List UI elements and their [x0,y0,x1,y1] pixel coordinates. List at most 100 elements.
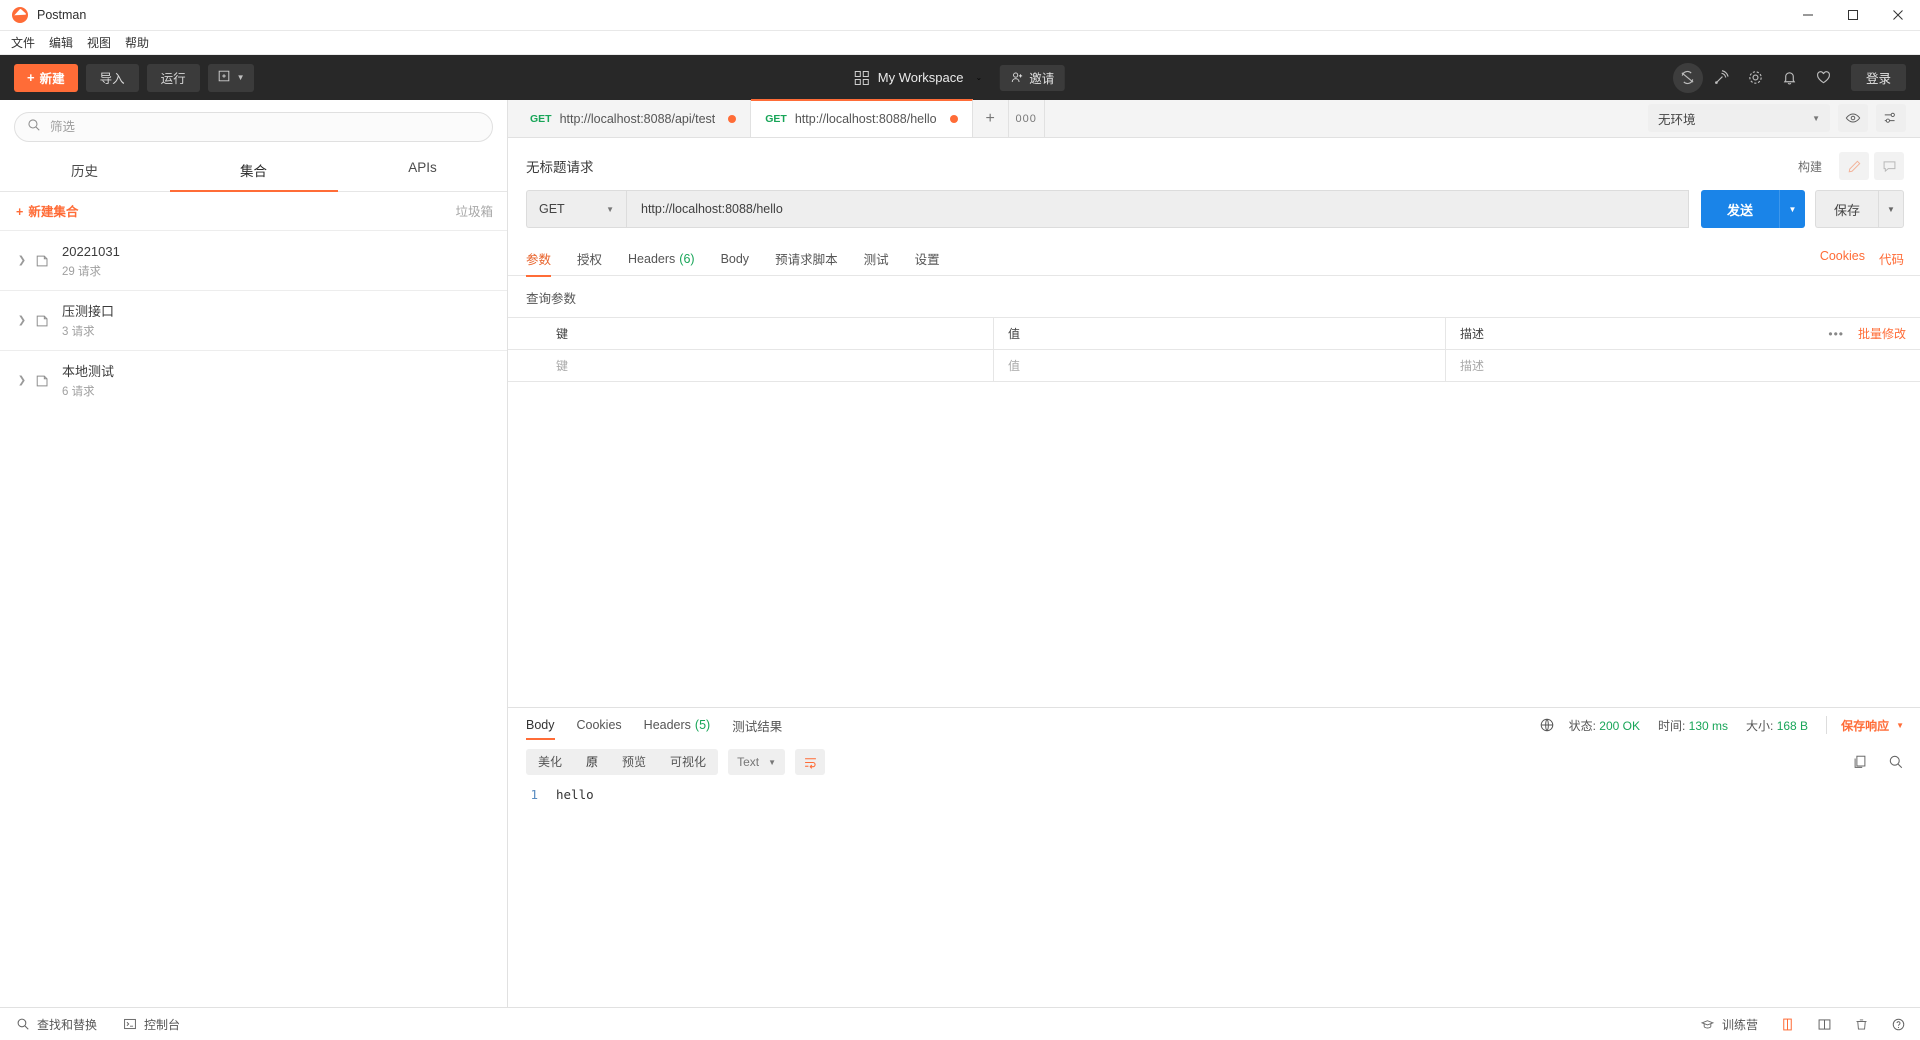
login-button[interactable]: 登录 [1851,64,1906,91]
collection-name: 压测接口 [62,303,114,320]
code-link[interactable]: 代码 [1879,249,1904,268]
tab-params[interactable]: 参数 [526,242,551,276]
tab-pre-request-script[interactable]: 预请求脚本 [775,242,838,276]
tab-label: Cookies [577,718,622,732]
globe-icon[interactable] [1539,717,1555,733]
workspace-selector[interactable]: My Workspace ⌄ 邀请 [855,65,1065,91]
trash-icon[interactable] [1854,1017,1869,1032]
format-preview-button[interactable]: 预览 [610,749,658,775]
import-button[interactable]: 导入 [86,64,139,92]
response-tab-cookies[interactable]: Cookies [577,708,622,742]
copy-icon[interactable] [1852,754,1868,770]
sidebar-tab-history[interactable]: 历史 [0,150,169,191]
find-and-replace-label: 查找和替换 [37,1016,97,1033]
tab-headers[interactable]: Headers (6) [628,242,695,276]
menu-item-edit[interactable]: 编辑 [49,34,73,51]
send-options-button[interactable]: ▼ [1779,190,1805,228]
request-tab-api-test[interactable]: GET http://localhost:8088/api/test [516,100,751,137]
environment-selector[interactable]: 无环境 ▼ [1648,104,1830,132]
new-button[interactable]: + 新建 [14,64,78,92]
word-wrap-icon[interactable] [795,749,825,775]
response-tab-body[interactable]: Body [526,708,555,742]
method-selector[interactable]: GET ▼ [526,190,626,228]
format-visualize-button[interactable]: 可视化 [658,749,718,775]
column-header-value: 值 [994,318,1446,349]
search-icon[interactable] [1888,754,1904,770]
chevron-right-icon[interactable]: ❯ [14,375,30,386]
invite-button[interactable]: 邀请 [1000,65,1065,91]
trash-link[interactable]: 垃圾箱 [455,201,493,220]
chevron-down-icon: ▼ [1812,114,1820,123]
console-button[interactable]: 控制台 [123,1016,180,1033]
response-meta: 状态: 200 OK 时间: 130 ms 大小: 168 B 保存响应 ▼ [1539,716,1904,734]
cell-value[interactable]: 值 [994,350,1446,381]
menu-item-help[interactable]: 帮助 [125,34,149,51]
tab-options-button[interactable]: 000 [1009,100,1045,137]
collection-item-20221031[interactable]: ❯ 20221031 29 请求 [0,230,507,290]
table-more-icon[interactable]: ••• [1828,327,1844,341]
tab-settings[interactable]: 设置 [915,242,940,276]
response-type-selector[interactable]: Text ▼ [728,749,785,775]
tab-authorization[interactable]: 授权 [577,242,602,276]
broadcast-icon[interactable] [1707,63,1737,93]
bell-icon[interactable] [1775,63,1805,93]
split-pane-layout-icon[interactable] [1817,1017,1832,1032]
format-pretty-button[interactable]: 美化 [526,749,574,775]
eye-icon[interactable] [1838,104,1868,132]
new-collection-button[interactable]: +新建集合 [16,201,78,220]
save-button[interactable]: 保存 [1815,190,1878,228]
request-tab-hello[interactable]: GET http://localhost:8088/hello [751,99,972,137]
minimize-icon[interactable] [1785,0,1830,31]
tab-label: Body [526,718,555,732]
close-icon[interactable] [1875,0,1920,31]
menu-item-view[interactable]: 视图 [87,34,111,51]
help-icon[interactable] [1891,1017,1906,1032]
comment-icon[interactable] [1874,152,1904,180]
tab-tests[interactable]: 测试 [864,242,889,276]
pencil-icon[interactable] [1839,152,1869,180]
search-input[interactable] [50,120,480,134]
gear-icon[interactable] [1741,63,1771,93]
sidebar-tab-collections[interactable]: 集合 [169,150,338,191]
url-input-wrapper[interactable] [626,190,1689,228]
add-tab-button[interactable]: + [973,100,1009,137]
send-button[interactable]: 发送 [1701,190,1779,228]
chevron-down-icon: ▼ [768,758,776,767]
menu-item-file[interactable]: 文件 [11,34,35,51]
sidebar-tab-apis[interactable]: APIs [338,150,507,191]
heart-icon[interactable] [1809,63,1839,93]
invite-label: 邀请 [1029,68,1054,87]
table-row[interactable]: 键 值 描述 [508,350,1920,382]
url-input[interactable] [641,202,1674,216]
find-and-replace-button[interactable]: 查找和替换 [16,1016,97,1033]
cookies-link[interactable]: Cookies [1820,249,1865,268]
response-tab-headers[interactable]: Headers (5) [644,708,711,742]
tab-body[interactable]: Body [721,242,750,276]
chevron-right-icon[interactable]: ❯ [14,255,30,266]
response-tab-test-results[interactable]: 测试结果 [732,708,782,742]
bulk-edit-link[interactable]: 批量修改 [1858,325,1906,342]
sync-off-icon[interactable] [1673,63,1703,93]
collection-item-stress-test[interactable]: ❯ 压测接口 3 请求 [0,290,507,350]
collection-item-local-test[interactable]: ❯ 本地测试 6 请求 [0,350,507,410]
cell-key[interactable]: 键 [542,350,994,381]
save-response-button[interactable]: 保存响应 [1841,717,1889,734]
new-runner-window-button[interactable]: ▼ [208,64,254,92]
two-pane-layout-icon[interactable] [1780,1017,1795,1032]
save-options-button[interactable]: ▼ [1878,190,1904,228]
chevron-down-icon[interactable]: ▼ [1896,721,1904,730]
response-body[interactable]: 1 hello [508,778,1920,1007]
request-empty-space [508,382,1920,707]
bootcamp-button[interactable]: 训练营 [1700,1016,1758,1033]
run-button[interactable]: 运行 [147,64,200,92]
maximize-icon[interactable] [1830,0,1875,31]
filter-box[interactable] [14,112,493,142]
collection-text: 压测接口 3 请求 [62,303,114,339]
query-params-label: 查询参数 [508,276,1920,317]
console-icon [123,1017,137,1031]
chevron-right-icon[interactable]: ❯ [14,315,30,326]
cell-description[interactable]: 描述 [1446,350,1920,381]
request-title[interactable]: 无标题请求 [526,156,594,176]
sliders-icon[interactable] [1876,104,1906,132]
format-raw-button[interactable]: 原 [574,749,610,775]
